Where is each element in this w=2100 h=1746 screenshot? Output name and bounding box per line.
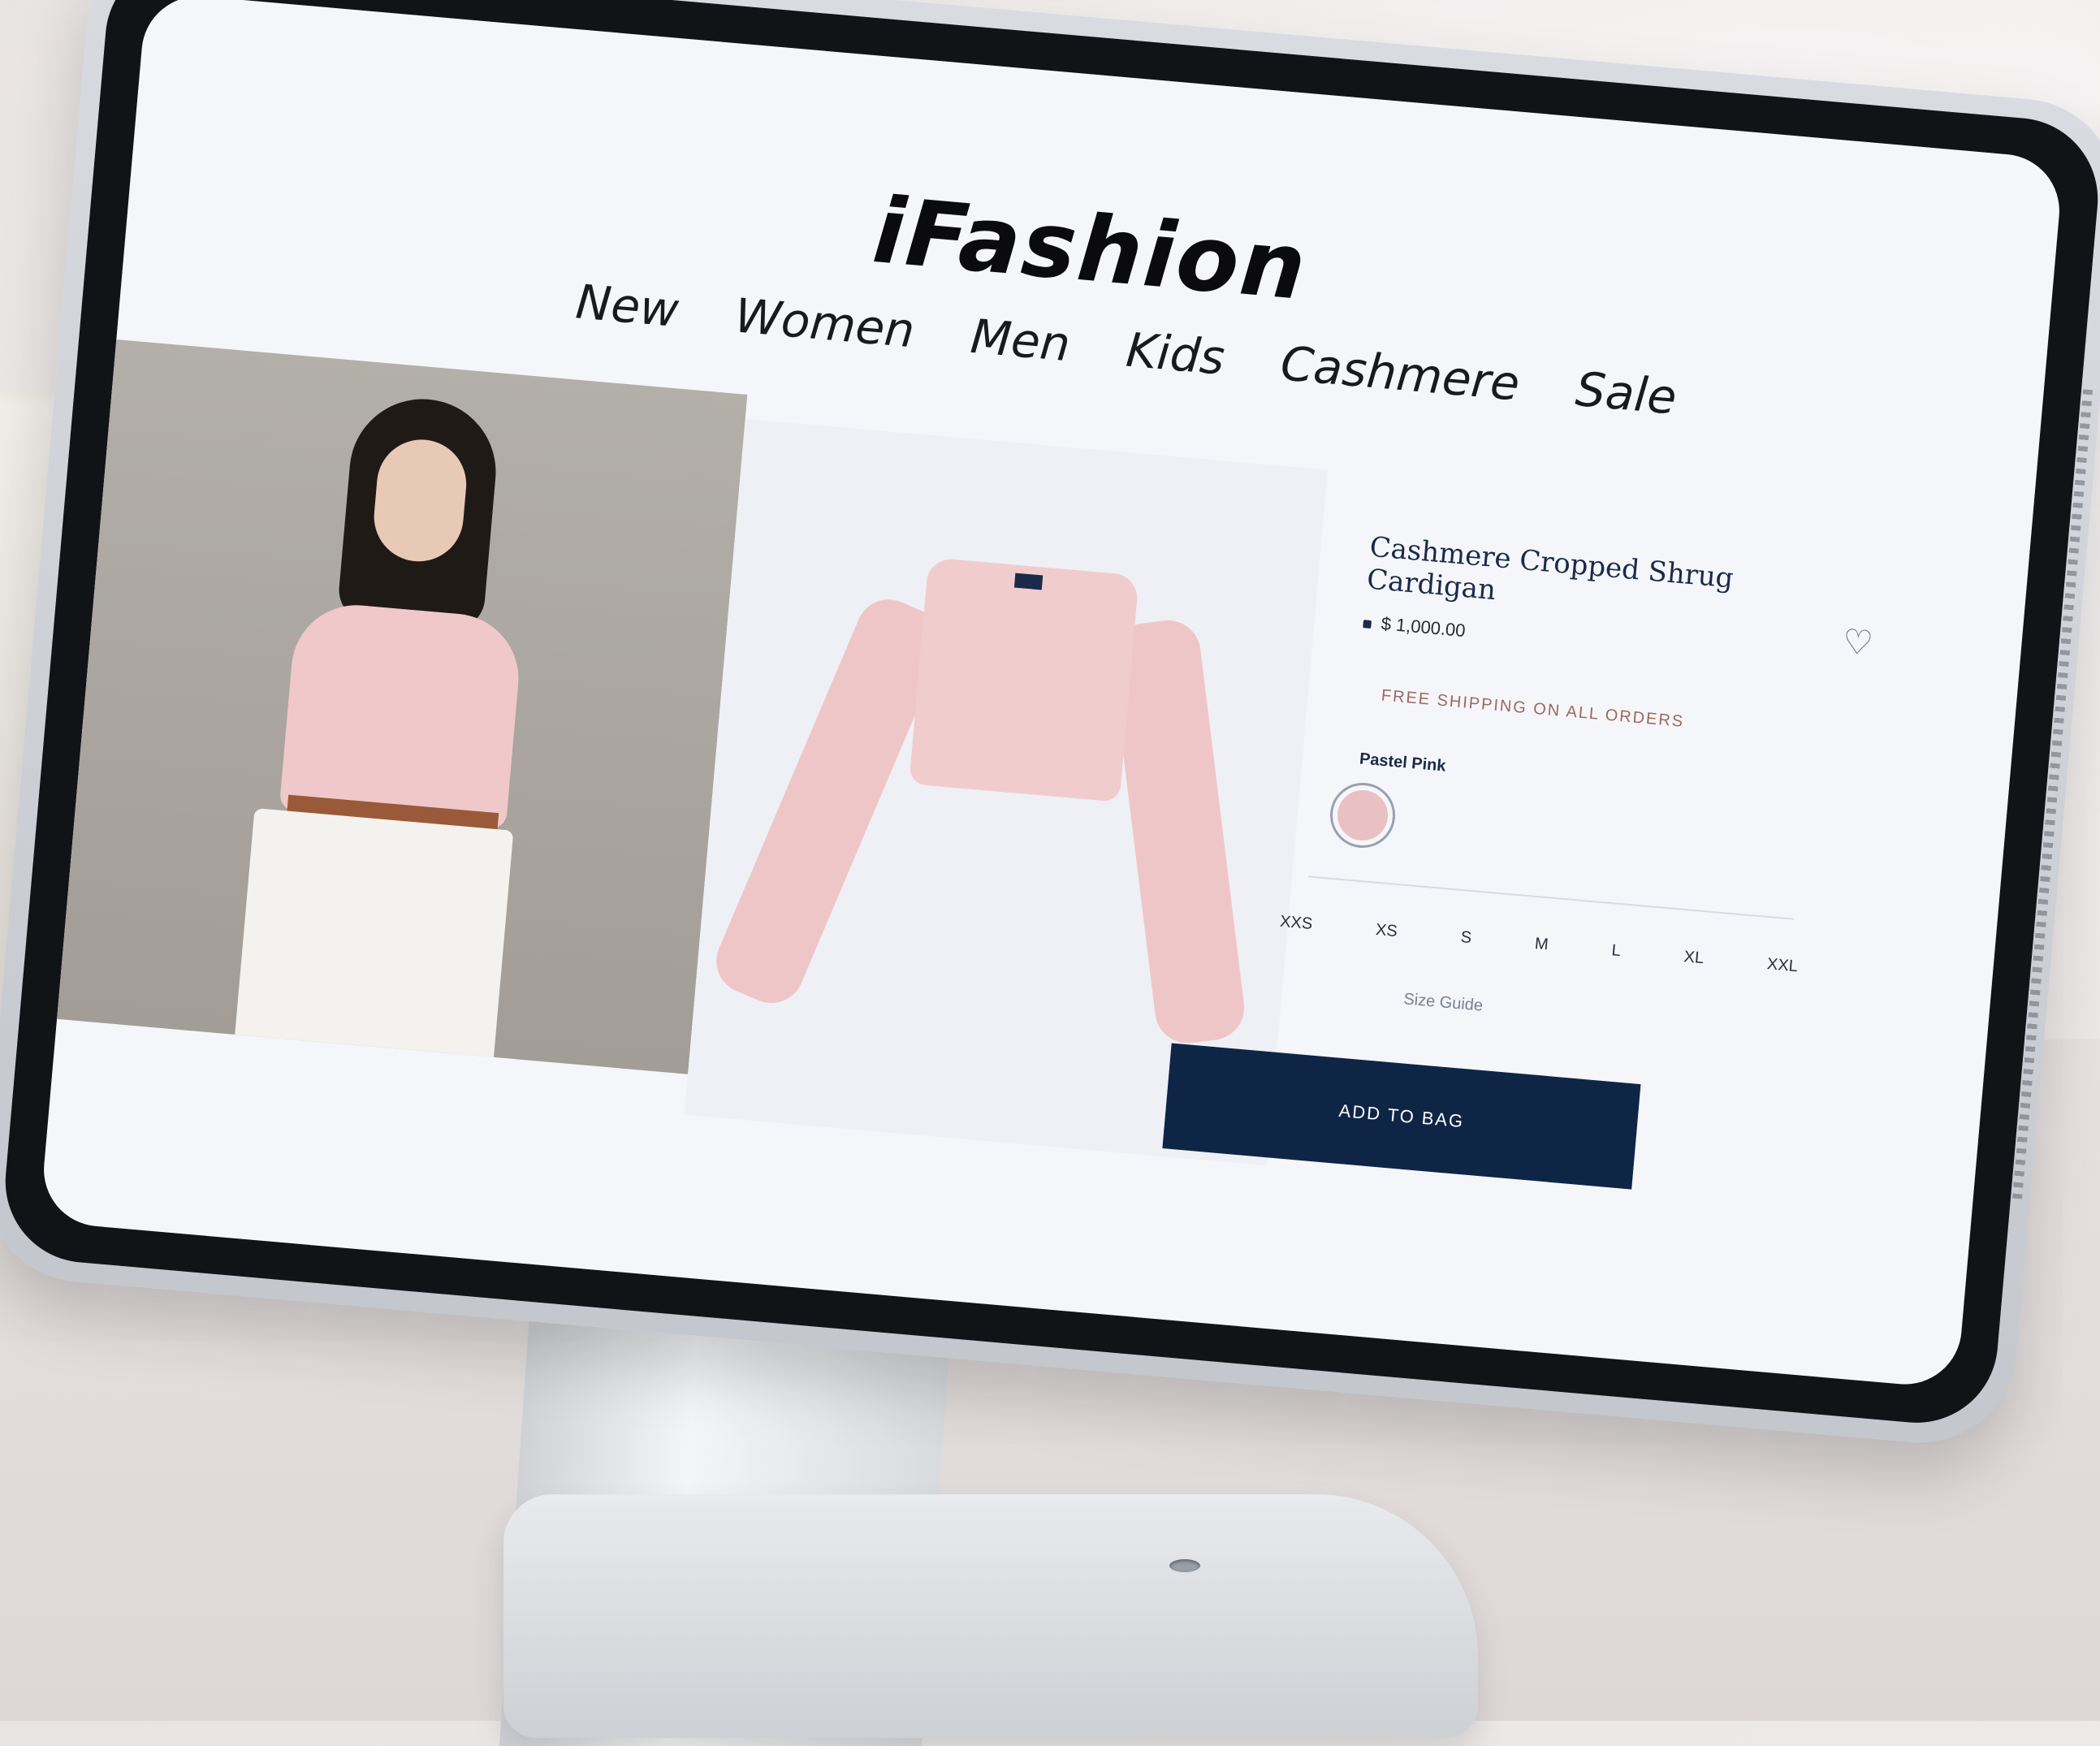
section-divider	[1308, 875, 1795, 920]
size-option-m[interactable]: M	[1525, 927, 1558, 962]
wishlist-heart-icon[interactable]: ♡	[1841, 621, 1875, 663]
model-photo[interactable]	[57, 339, 748, 1074]
size-option-xxs[interactable]: XXS	[1271, 905, 1322, 941]
nav-item-kids[interactable]: Kids	[1124, 322, 1227, 386]
tablet-device: iFashion New Women Men Kids Cashmere Sal…	[0, 0, 2100, 1451]
tablet-bezel: iFashion New Women Men Kids Cashmere Sal…	[0, 0, 2100, 1430]
size-option-xxl[interactable]: XXL	[1757, 948, 1807, 983]
size-option-xl[interactable]: XL	[1674, 940, 1713, 975]
product-info: Cashmere Cropped Shrug Cardigan $ 1,000.…	[1363, 523, 1826, 672]
nav-item-men[interactable]: Men	[969, 309, 1073, 372]
color-label: Pastel Pink	[1359, 750, 1447, 776]
size-option-xs[interactable]: XS	[1366, 914, 1406, 949]
size-guide-link[interactable]: Size Guide	[1402, 990, 1484, 1015]
add-to-bag-button[interactable]: ADD TO BAG	[1162, 1043, 1641, 1190]
tablet-screen: iFashion New Women Men Kids Cashmere Sal…	[39, 0, 2064, 1389]
nav-item-sale[interactable]: Sale	[1574, 361, 1679, 426]
price-value: $ 1,000.00	[1380, 613, 1467, 642]
price-icon	[1363, 620, 1372, 629]
stand-screw	[1169, 1559, 1200, 1572]
cardigan-tag	[1013, 573, 1044, 590]
nav-item-cashmere[interactable]: Cashmere	[1278, 335, 1522, 411]
cardigan-left-sleeve	[706, 589, 954, 1013]
model-pants	[235, 808, 514, 1057]
model-cardigan	[279, 599, 525, 831]
size-option-s[interactable]: S	[1451, 921, 1481, 955]
nav-item-new[interactable]: New	[574, 274, 681, 338]
cardigan-body	[909, 557, 1139, 802]
tablet-stand-base	[503, 1494, 1478, 1738]
nav-item-women[interactable]: Women	[732, 287, 917, 358]
size-option-l[interactable]: L	[1602, 935, 1630, 969]
color-swatch[interactable]	[1327, 780, 1398, 851]
size-selector: XXS XS S M L XL XXL	[1271, 905, 1808, 983]
shipping-note: FREE SHIPPING ON ALL ORDERS	[1381, 686, 1685, 732]
